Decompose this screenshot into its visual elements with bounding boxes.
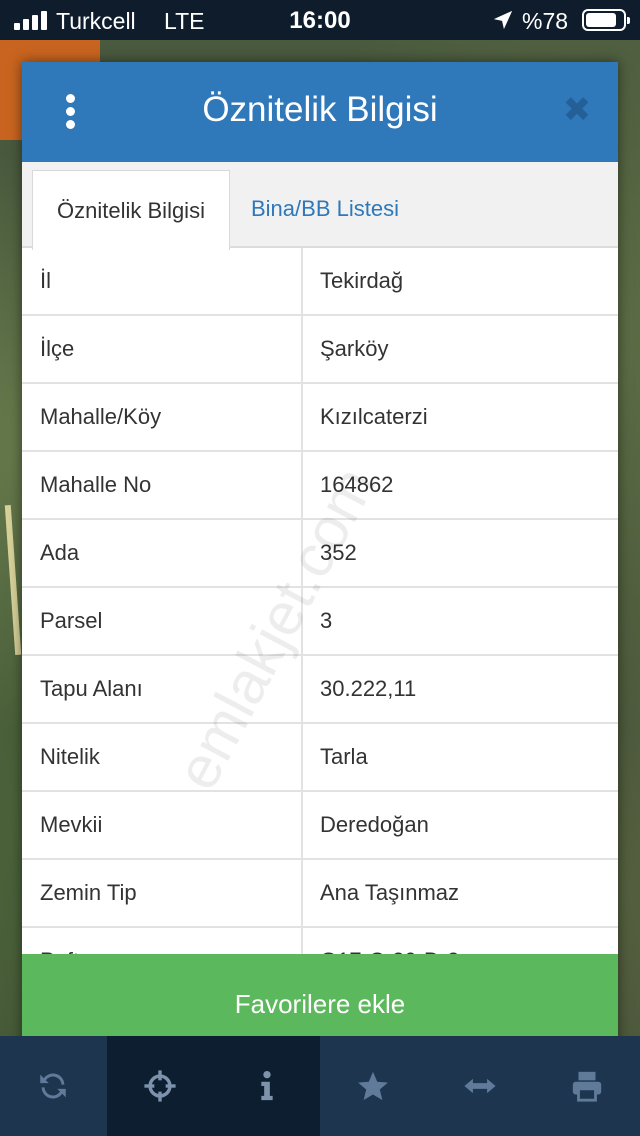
attribute-value: Ana Taşınmaz	[320, 880, 460, 905]
table-row: Nitelik Tarla	[22, 724, 618, 792]
table-row: Ada 352	[22, 520, 618, 588]
table-row: Mahalle/Köy Kızılcaterzi	[22, 384, 618, 452]
refresh-button[interactable]	[0, 1036, 107, 1136]
measure-button[interactable]	[427, 1036, 534, 1136]
table-row: Tapu Alanı 30.222,11	[22, 656, 618, 724]
attribute-key: İl	[22, 248, 303, 314]
attribute-value: Tekirdağ	[320, 268, 404, 293]
table-row: Mahalle No 164862	[22, 452, 618, 520]
info-icon	[260, 1070, 273, 1101]
table-row: Parsel 3	[22, 588, 618, 656]
crosshair-icon	[144, 1070, 176, 1102]
attribute-info-modal: Öznitelik Bilgisi ✖ Öznitelik Bilgisi Bi…	[22, 62, 618, 1054]
attribute-key: Zemin Tip	[22, 860, 303, 926]
attribute-key: Ada	[22, 520, 303, 586]
attribute-value: 164862	[320, 472, 394, 497]
attribute-value: G17-C-20-D-2	[303, 928, 618, 954]
attribute-table[interactable]: İl Tekirdağ İlçe Şarköy Mahalle/Köy Kızı…	[22, 248, 618, 954]
attribute-key: Parsel	[22, 588, 303, 654]
battery-percentage: %78	[522, 8, 569, 34]
attribute-key: Tapu Alanı	[22, 656, 303, 722]
tab-attribute-info[interactable]: Öznitelik Bilgisi	[32, 170, 230, 250]
attribute-value: 30.222,11	[320, 676, 417, 701]
attribute-value: Tarla	[320, 744, 368, 769]
attribute-value: Şarköy	[320, 336, 389, 361]
modal-title: Öznitelik Bilgisi	[202, 90, 438, 129]
attribute-key: Mahalle/Köy	[22, 384, 303, 450]
modal-header: Öznitelik Bilgisi ✖	[22, 62, 618, 162]
print-icon	[572, 1071, 601, 1102]
close-icon[interactable]: ✖	[562, 93, 592, 127]
attribute-value: 352	[320, 540, 357, 565]
info-button[interactable]	[213, 1036, 320, 1136]
battery-icon	[582, 9, 630, 31]
refresh-icon	[40, 1073, 67, 1099]
tab-building-list[interactable]: Bina/BB Listesi	[251, 170, 399, 248]
status-bar: Turkcell LTE 16:00 %78	[0, 0, 640, 40]
table-row: Mevkii Deredoğan	[22, 792, 618, 860]
attribute-key: Nitelik	[22, 724, 303, 790]
table-row: İl Tekirdağ	[22, 248, 618, 316]
tab-bar: Öznitelik Bilgisi Bina/BB Listesi	[22, 162, 618, 250]
attribute-value: 3	[320, 608, 333, 633]
attribute-key: Pafta	[22, 928, 303, 954]
star-icon	[358, 1071, 389, 1101]
attribute-value: Kızılcaterzi	[320, 404, 428, 429]
table-row: Zemin Tip Ana Taşınmaz	[22, 860, 618, 928]
attribute-key: Mevkii	[22, 792, 303, 858]
locate-button[interactable]	[106, 1036, 214, 1136]
attribute-key: İlçe	[22, 316, 303, 382]
table-row: İlçe Şarköy	[22, 316, 618, 384]
favorites-button[interactable]	[320, 1036, 427, 1136]
location-arrow-icon	[493, 10, 513, 30]
table-row: Pafta G17-C-20-D-2	[22, 928, 618, 954]
measure-arrows-icon	[464, 1078, 496, 1094]
attribute-value: Deredoğan	[320, 812, 429, 837]
print-button[interactable]	[533, 1036, 640, 1136]
attribute-key: Mahalle No	[22, 452, 303, 518]
bottom-toolbar	[0, 1036, 640, 1136]
